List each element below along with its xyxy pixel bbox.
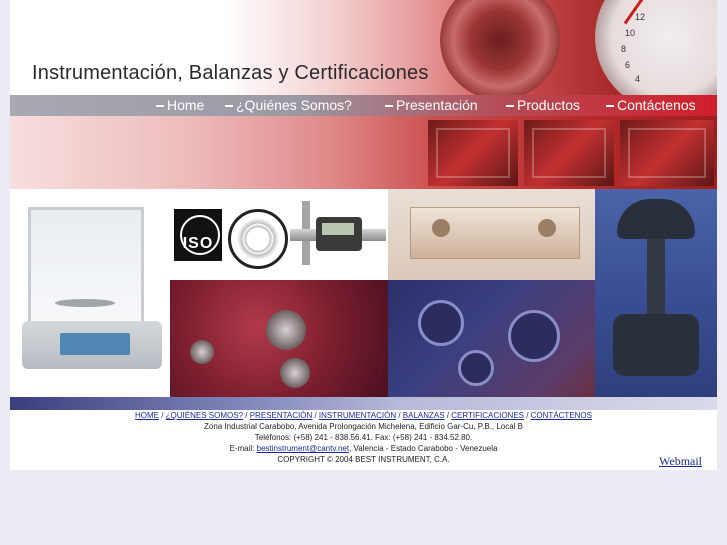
gauge-shape [418, 300, 464, 346]
nav-quienes-somos-label: ¿Quiénes Somos? [236, 97, 352, 113]
balance-draft-shield [28, 207, 144, 329]
un-emblem-logo [228, 209, 288, 269]
footer-copyright: COPYRIGHT © 2004 BEST INSTRUMENT, C.A. [277, 455, 450, 464]
load-cell-hole [538, 219, 556, 237]
webmail-link[interactable]: Webmail [659, 454, 702, 469]
nav-quienes-somos[interactable]: ¿Quiénes Somos? [225, 97, 352, 113]
bolt-shape [266, 310, 306, 350]
footer-separator: / [396, 411, 403, 420]
gauge-tick-label: 8 [621, 44, 627, 54]
pipe-flange-image [440, 0, 560, 95]
nav-productos-label: Productos [517, 97, 581, 113]
caliper-display [322, 223, 354, 235]
footer-link-presentacion[interactable]: PRESENTACIÓN [250, 411, 313, 420]
footer-separator: / [159, 411, 166, 420]
bullet-icon [506, 105, 514, 108]
gauge-shape [508, 310, 560, 362]
footer-link-balanzas[interactable]: BALANZAS [403, 411, 445, 420]
footer-link-home[interactable]: HOME [135, 411, 159, 420]
red-instrument-banner [10, 116, 717, 189]
nav-presentacion-label: Presentación [396, 97, 478, 113]
footer-link-instrumentacion[interactable]: INSTRUMENTACIÓN [319, 411, 396, 420]
email-suffix: , Valencia - Estado Carabobo - Venezuela [349, 444, 498, 453]
nav-home[interactable]: Home [156, 97, 204, 113]
nav-home-label: Home [167, 97, 205, 113]
product-photo-grid: ISO [10, 189, 717, 397]
iso-logo: ISO [174, 209, 222, 261]
bullet-icon [225, 105, 233, 108]
valve-body [613, 314, 699, 376]
footer-address: Zona Industrial Carabobo, Avenida Prolon… [204, 422, 523, 431]
footer-separator: / [523, 411, 531, 420]
gauge-tick-label: 4 [635, 74, 641, 84]
instrument-panel-image [428, 120, 518, 186]
page-container: 12 10 8 6 4 Instrumentación, Balanzas y … [10, 0, 717, 470]
footer-link-quienes-somos[interactable]: ¿QUIÉNES SOMOS? [166, 411, 243, 420]
gauge-shape [458, 350, 494, 386]
bullet-icon [606, 105, 614, 108]
footer-link-certificaciones[interactable]: CERTIFICACIONES [451, 411, 524, 420]
industrial-bolts-image [170, 280, 388, 397]
gauge-tick-label: 12 [635, 12, 646, 22]
bullet-icon [385, 105, 393, 108]
instrument-panel-image [620, 120, 714, 186]
site-title: Instrumentación, Balanzas y Certificacio… [32, 62, 429, 84]
gauge-needle [623, 0, 667, 25]
balance-pan [55, 299, 115, 307]
nav-presentacion[interactable]: Presentación [385, 97, 478, 113]
gauge-tick-label: 10 [625, 28, 636, 38]
analytical-balance-image [10, 189, 170, 397]
email-prefix: E-mail: [229, 444, 257, 453]
nav-contactenos[interactable]: Contáctenos [606, 97, 696, 113]
footer-links: HOME / ¿QUIÉNES SOMOS? / PRESENTACIÓN / … [10, 410, 717, 421]
control-valve-image [595, 189, 717, 397]
gauge-tick-label: 6 [625, 60, 631, 70]
email-link[interactable]: bestinstrument@cantv.net [257, 444, 349, 453]
footer-email-line: E-mail: bestinstrument@cantv.net, Valenc… [10, 443, 717, 454]
footer-separator: / [243, 411, 250, 420]
pressure-instruments-image [388, 280, 595, 397]
bolt-shape [190, 340, 214, 364]
instrument-panel-image [524, 120, 614, 186]
certification-logos-image: ISO [170, 189, 388, 280]
valve-actuator [617, 199, 695, 239]
nav-contactenos-label: Contáctenos [617, 97, 696, 113]
header-banner: 12 10 8 6 4 Instrumentación, Balanzas y … [10, 0, 717, 95]
footer-link-contactenos[interactable]: CONTÁCTENOS [531, 411, 592, 420]
iso-logo-text: ISO [182, 235, 214, 252]
main-nav: Home ¿Quiénes Somos? Presentación Produc… [10, 95, 717, 116]
footer-phones: Teléfonos: (+58) 241 - 838.56.41. Fax: (… [254, 433, 473, 442]
pressure-gauge-image: 12 10 8 6 4 [595, 0, 717, 95]
load-cell-image [388, 189, 595, 280]
blue-divider-band [10, 397, 717, 410]
nav-productos[interactable]: Productos [506, 97, 580, 113]
footer-separator: / [312, 411, 319, 420]
balance-display [60, 333, 130, 355]
digital-caliper-image [290, 201, 388, 265]
bullet-icon [156, 105, 164, 108]
footer: HOME / ¿QUIÉNES SOMOS? / PRESENTACIÓN / … [10, 410, 717, 465]
bolt-shape [280, 358, 310, 388]
load-cell-hole [432, 219, 450, 237]
valve-stem [647, 239, 665, 319]
